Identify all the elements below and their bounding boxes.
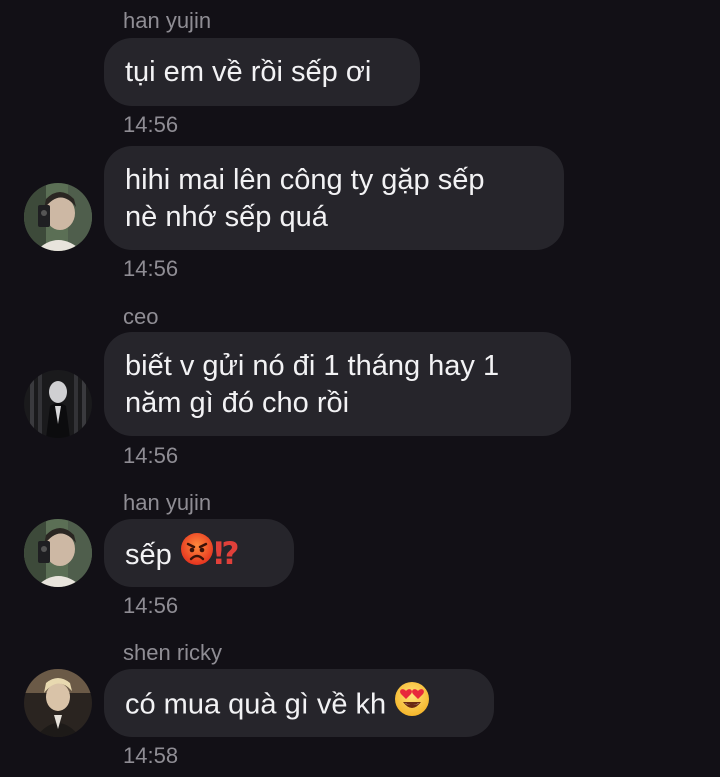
message-text: có mua quà gì về kh <box>125 688 387 721</box>
sender-name: han yujin <box>123 8 212 33</box>
avatar-ceo[interactable] <box>24 370 92 438</box>
interrobang-icon: ⁉ <box>213 536 240 571</box>
message-time: 14:56 <box>123 256 179 281</box>
message-text: sếp <box>125 539 172 571</box>
avatar-han-yujin[interactable] <box>24 183 92 251</box>
message-bubble[interactable]: có mua quà gì về kh <box>104 669 494 737</box>
message-time: 14:58 <box>123 743 179 768</box>
sender-name: shen ricky <box>123 640 223 665</box>
angry-face-icon <box>180 532 214 576</box>
heart-eyes-icon <box>394 681 430 727</box>
sender-name: ceo <box>123 304 159 329</box>
message-bubble[interactable]: sếp ⁉ <box>104 519 294 587</box>
avatar-han-yujin[interactable] <box>24 519 92 587</box>
message-time: 14:56 <box>123 443 179 468</box>
message-time: 14:56 <box>123 112 179 137</box>
chat-view: han yujin tụi em về rồi sếp ơi 14:56 hih… <box>0 0 720 777</box>
sender-name: han yujin <box>123 490 212 515</box>
message-time: 14:56 <box>123 593 179 618</box>
message-bubble[interactable]: biết v gửi nó đi 1 tháng hay 1 năm gì đó… <box>104 332 571 436</box>
message-bubble[interactable]: hihi mai lên công ty gặp sếp nè nhớ sếp … <box>104 146 564 250</box>
avatar-shen-ricky[interactable] <box>24 669 92 737</box>
message-bubble[interactable]: tụi em về rồi sếp ơi <box>104 38 420 106</box>
